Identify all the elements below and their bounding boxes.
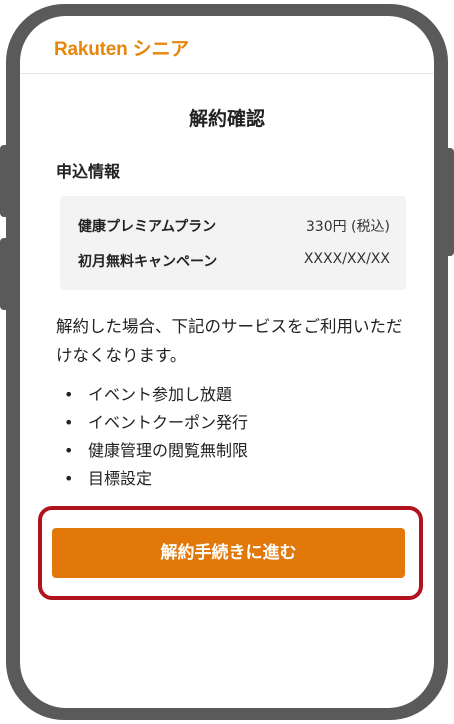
- bullet: •: [64, 413, 74, 432]
- service-label: 健康管理の閲覧無制限: [88, 441, 249, 460]
- service-label: 目標設定: [88, 469, 153, 488]
- list-item: • 目標設定: [56, 465, 406, 493]
- page-title: 解約確認: [188, 108, 265, 130]
- phone-frame: Rakuten シニア 解約確認 申込情報 健康プレミアムプラン 330円 (税…: [6, 4, 448, 720]
- plan-price: 330円 (税込): [305, 219, 390, 235]
- bullet: •: [64, 469, 74, 488]
- application-info-box: 健康プレミアムプラン 330円 (税込) 初月無料キャンペーン XXXX/XX/…: [60, 196, 406, 290]
- campaign-date: XXXX/XX/XX: [303, 251, 390, 267]
- application-info-heading: 申込情報: [56, 162, 121, 181]
- phone-screen: Rakuten シニア 解約確認 申込情報 健康プレミアムプラン 330円 (税…: [20, 16, 434, 708]
- proceed-cancellation-button[interactable]: 解約手続きに進む: [52, 528, 405, 578]
- rakuten-senior-logo[interactable]: Rakuten シニア: [54, 34, 189, 61]
- bullet: •: [64, 385, 74, 404]
- app-header: Rakuten シニア: [20, 16, 434, 74]
- info-row-campaign: 初月無料キャンペーン XXXX/XX/XX: [78, 251, 390, 275]
- bullet: •: [64, 441, 74, 460]
- plan-name: 健康プレミアムプラン: [78, 219, 217, 235]
- info-row-plan: 健康プレミアムプラン 330円 (税込): [78, 216, 390, 240]
- list-item: • イベントクーポン発行: [56, 409, 406, 437]
- service-label: イベントクーポン発行: [88, 413, 249, 432]
- cancellation-notice: 解約した場合、下記のサービスをご利用いただけなくなります。: [56, 317, 403, 365]
- service-label: イベント参加し放題: [88, 385, 233, 404]
- list-item: • 健康管理の閲覧無制限: [56, 437, 406, 465]
- service-list: • イベント参加し放題 • イベントクーポン発行 • 健康管理の閲覧無制限 • …: [56, 381, 406, 493]
- campaign-name: 初月無料キャンペーン: [78, 254, 218, 270]
- canvas: Rakuten シニア 解約確認 申込情報 健康プレミアムプラン 330円 (税…: [0, 0, 454, 724]
- list-item: • イベント参加し放題: [56, 381, 406, 409]
